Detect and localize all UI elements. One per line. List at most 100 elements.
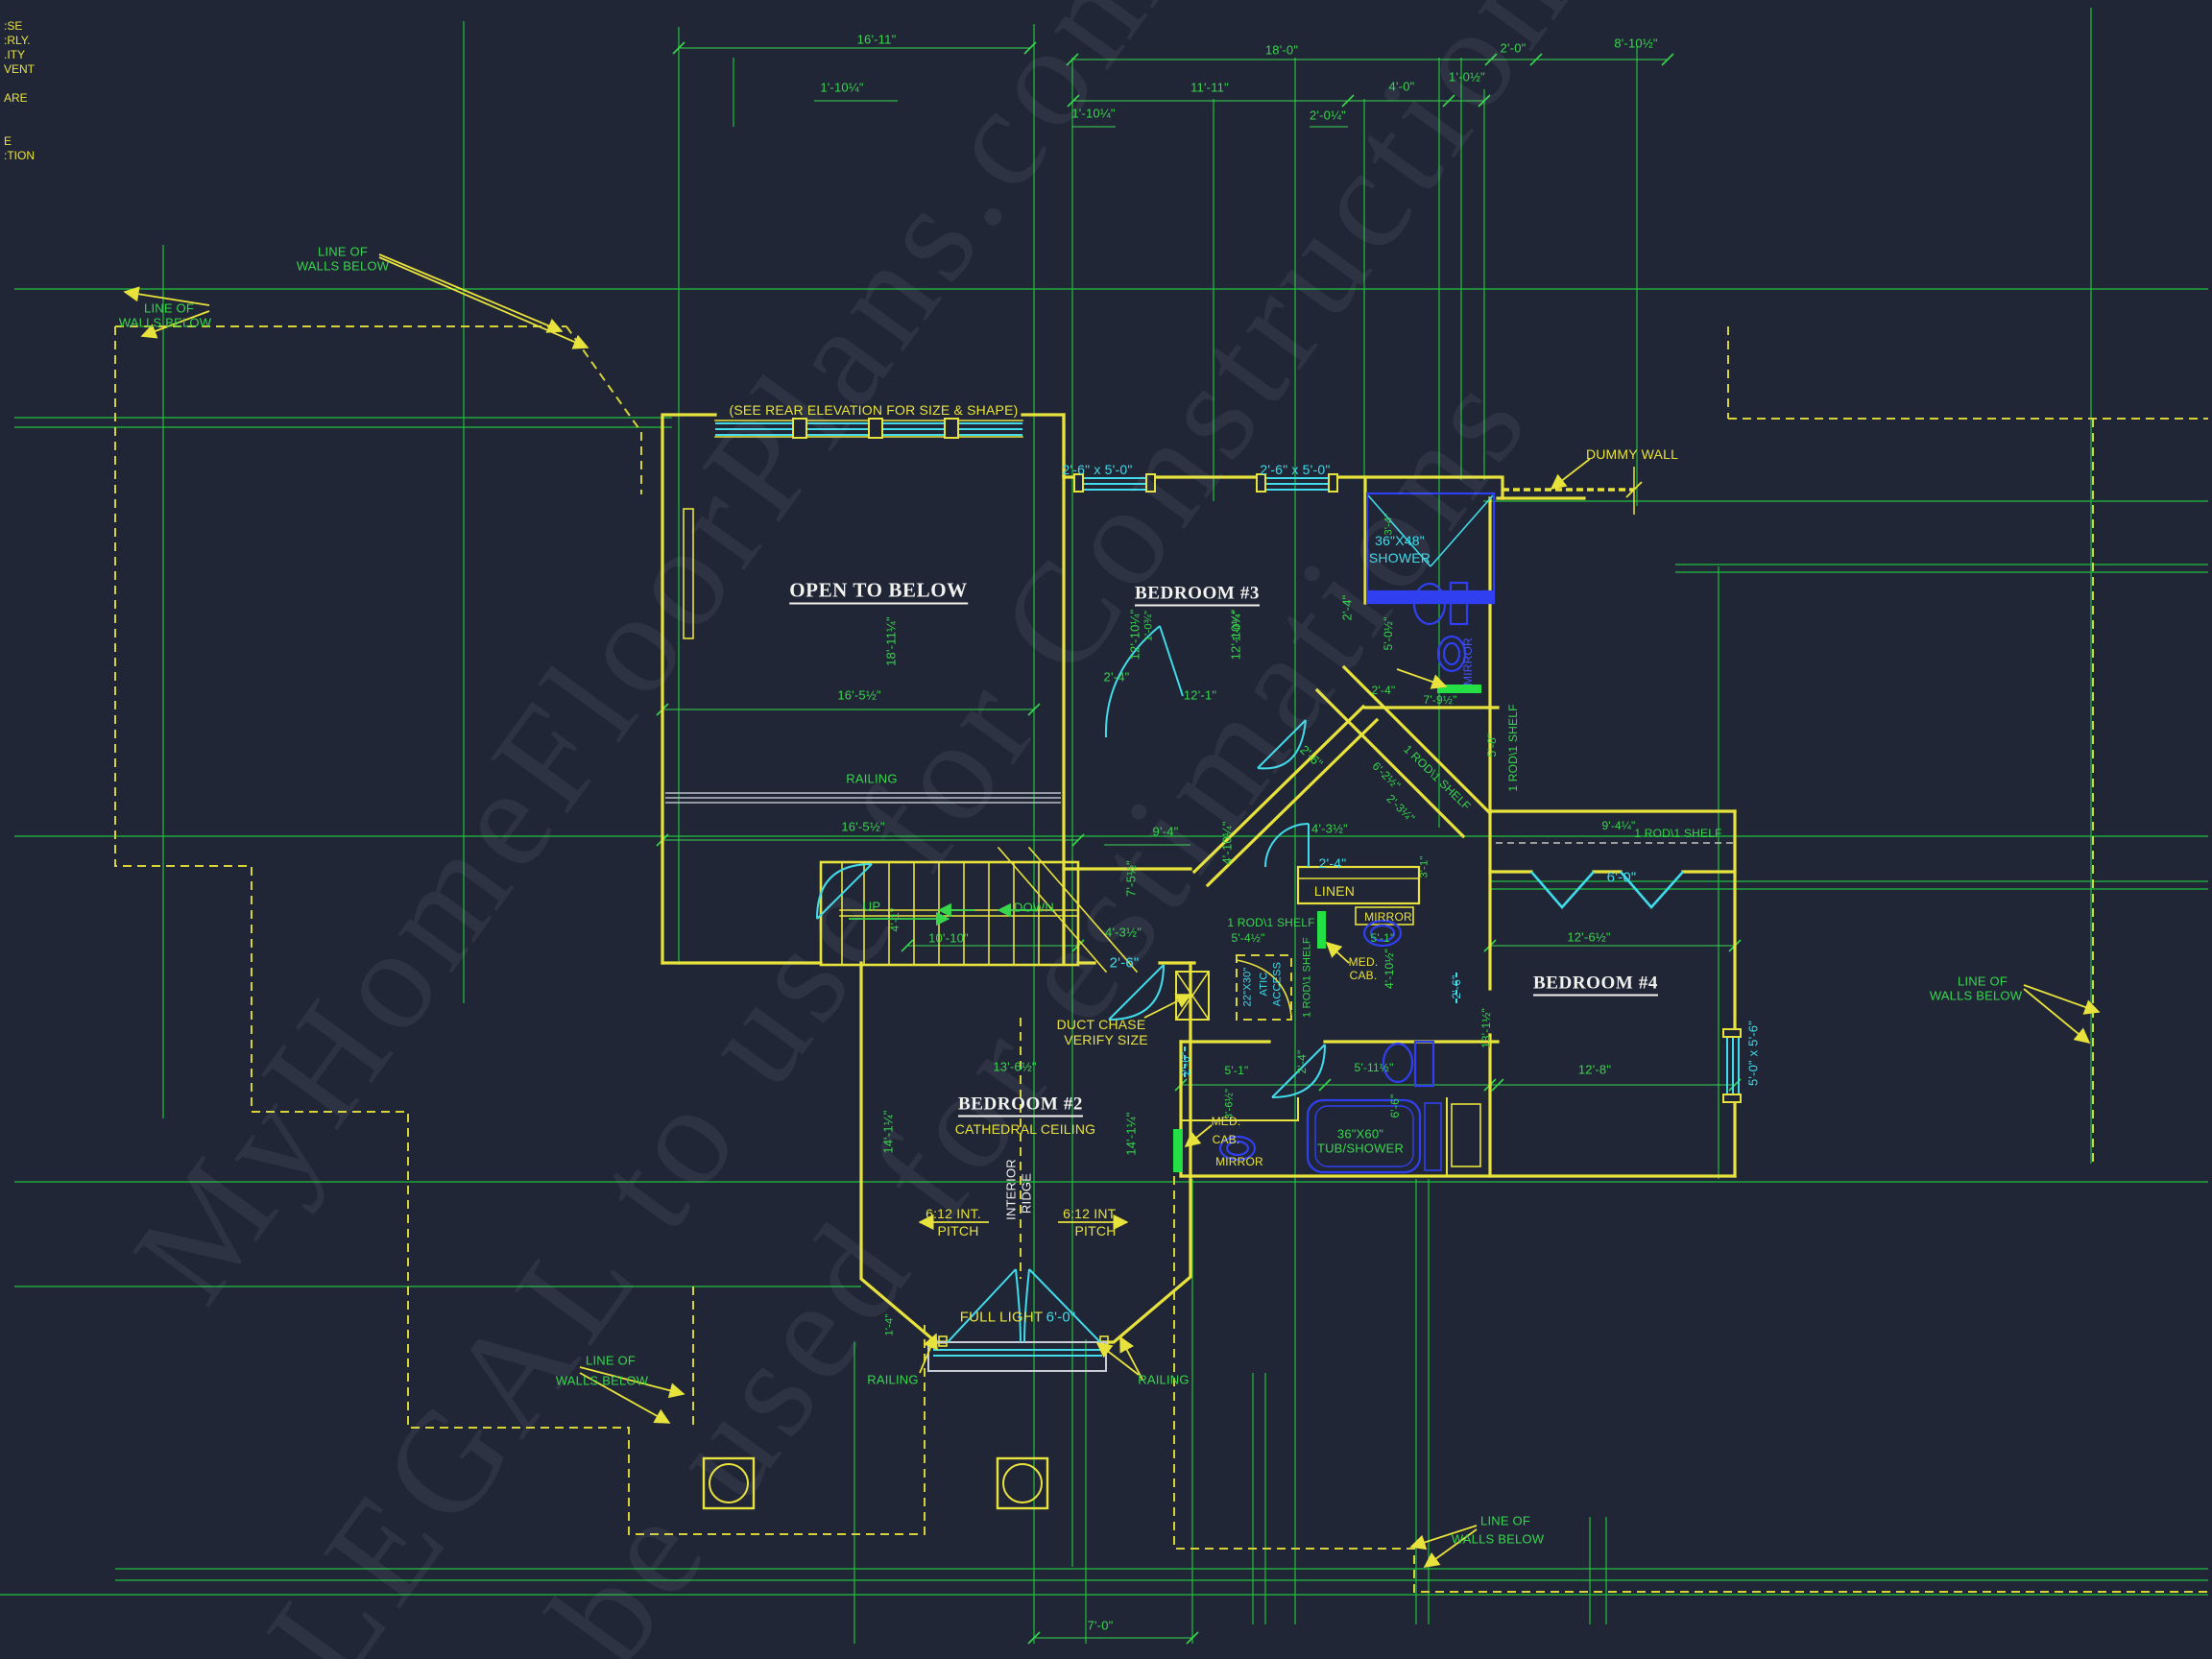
line-walls-right-2: WALLS BELOW — [1930, 990, 2022, 1002]
medcab-hall-1: MED. — [1349, 956, 1379, 968]
mirror-bath1: MIRROR — [1462, 637, 1474, 685]
closet-rod-br4: 1 ROD\1 SHELF — [1634, 828, 1721, 839]
win-2-6x5-0-b: 2'-6" x 5'-0" — [1260, 463, 1330, 476]
dim-4-10q: 4'-10¼" — [1221, 821, 1234, 864]
dim-7-9h: 7'-9½" — [1423, 694, 1456, 706]
medcab-hall-2: CAB. — [1350, 970, 1378, 981]
dim-5-1-a: 5'-1" — [1371, 932, 1395, 944]
dim-2-0: 2'-0" — [1501, 42, 1527, 55]
medcab-b2-2: CAB. — [1213, 1134, 1240, 1145]
dim-2-4-d: 2'-4" — [1296, 1050, 1308, 1074]
line-walls-left-1: LINE OF — [144, 302, 194, 315]
dim-3-1: 3'-1" — [1420, 856, 1431, 878]
mirror-hall: MIRROR — [1364, 911, 1412, 923]
dim-12-6h: 12'-6½" — [1567, 931, 1610, 944]
dim-7-5h: 7'-5½" — [1125, 860, 1138, 897]
dim-13-6h: 13'-6½" — [993, 1061, 1036, 1073]
interior-ridge-1: INTERIOR — [1005, 1159, 1018, 1220]
note-rear-elevation: (SEE REAR ELEVATION FOR SIZE & SHAPE) — [730, 403, 1019, 417]
door-2-4-linen: 2'-4" — [1319, 856, 1347, 870]
full-light: FULL LIGHT — [960, 1310, 1043, 1325]
closet-linen: LINEN — [1314, 884, 1355, 898]
stair-up: UP — [863, 901, 880, 913]
pitch-right-2: PITCH — [1075, 1224, 1117, 1238]
dim-9-4q: 9'-4¼" — [1601, 820, 1635, 831]
attic-access-1: ATIC — [1260, 972, 1270, 996]
win-2-6x5-0-a: 2'-6" x 5'-0" — [1062, 463, 1132, 476]
attic-size: 22"X30" — [1243, 967, 1254, 1006]
dim-5-8: 5'-8" — [1486, 733, 1498, 757]
dim-1-0t-b: 1'-0¾" — [1233, 611, 1243, 641]
dim-2-0q: 2'-0¼" — [1310, 109, 1346, 122]
dim-14-1q-a: 14'-1¼" — [882, 1110, 895, 1153]
dim-12-1: 12'-1" — [1184, 689, 1216, 702]
dim-5-0h: 5'-0½" — [1382, 616, 1394, 650]
win-2-6-rot: 2'-6" — [1451, 975, 1462, 999]
duct-chase-2: VERIFY SIZE — [1064, 1033, 1148, 1046]
door-2-6-hall: 2'-6" — [1110, 956, 1140, 971]
dim-1-10q-a: 1'-10¼" — [820, 82, 863, 94]
dim-12-10q-a: 12'-10¼" — [1129, 610, 1142, 661]
dim-6-6: 6'-6" — [1389, 1094, 1401, 1118]
line-walls-bc-1: LINE OF — [1480, 1515, 1530, 1527]
dim-4-0: 4'-0" — [1389, 81, 1415, 93]
dim-1-0h: 1'-0½" — [1449, 71, 1485, 84]
railing-bl: RAILING — [867, 1374, 918, 1386]
dim-18-0: 18'-0" — [1265, 44, 1298, 57]
line-walls-left-2: WALLS BELOW — [119, 317, 211, 329]
railing-br: RAILING — [1138, 1374, 1189, 1386]
room-bedroom-4: BEDROOM #4 — [1533, 974, 1658, 997]
dim-4-1: 4'-1" — [889, 908, 901, 932]
shower-size-2: SHOWER — [1369, 551, 1431, 565]
line-walls-top-1: LINE OF — [318, 246, 368, 258]
dim-1-10q-b: 1'-10¼" — [1071, 108, 1115, 120]
tub-size-2: TUB/SHOWER — [1317, 1142, 1404, 1155]
line-walls-bc-2: WALLS BELOW — [1452, 1533, 1544, 1546]
dim-2-4-b: 2'-4" — [1372, 685, 1396, 696]
dim-16-11: 16'-11" — [857, 34, 897, 46]
dim-16-5h-b: 16'-5½" — [841, 821, 884, 833]
dim-5-1-b: 5'-1" — [1225, 1065, 1249, 1076]
line-walls-bl-1: LINE OF — [586, 1355, 636, 1367]
cathedral-ceiling: CATHEDRAL CEILING — [955, 1122, 1096, 1136]
dim-4-10h: 4'-10½" — [1383, 949, 1395, 989]
dim-2-4-c: 2'-4" — [1104, 671, 1130, 684]
corner-notes: :SE :RLY. .ITY VENT ARE E :TION — [4, 19, 35, 163]
line-walls-right-1: LINE OF — [1958, 975, 2008, 988]
dim-3-4: 3'-4" — [1384, 514, 1395, 536]
dummy-wall: DUMMY WALL — [1586, 447, 1678, 461]
dim-5-11h: 5'-11½" — [1354, 1062, 1393, 1073]
dim-1-4: 1'-4" — [885, 1314, 896, 1336]
pitch-left-1: 6:12 INT. — [926, 1207, 981, 1220]
room-open-to-below: OPEN TO BELOW — [789, 581, 968, 605]
dim-2-6-b2: 2'-6" — [1180, 1052, 1191, 1076]
dim-12-8: 12'-8" — [1578, 1064, 1611, 1076]
dim-5-4h: 5'-4½" — [1231, 932, 1264, 944]
dim-9-4: 9'-4" — [1153, 826, 1179, 838]
railing-open: RAILING — [846, 773, 897, 785]
bifold-6-0: 6'-0" — [1607, 871, 1637, 885]
dim-13-1h: 13'-1½" — [1480, 1008, 1492, 1048]
stair-down: DOWN — [1014, 902, 1054, 914]
closet-rod-vert-2: 1 ROD\1 SHELF — [1507, 704, 1519, 791]
full-light-6-0: 6'-0" — [1046, 1310, 1076, 1325]
win-5-0x5-6: 5'-0" x 5'-6" — [1747, 1021, 1760, 1086]
line-walls-bl-2: WALLS BELOW — [556, 1375, 648, 1387]
closet-rod-hall: 1 ROD\1 SHELF — [1227, 917, 1314, 928]
interior-ridge-2: RIDGE — [1021, 1173, 1033, 1214]
shower-size-1: 36"X48" — [1375, 534, 1425, 547]
floorplan-sheet: MyHomeFloorPlans.com© ILLEGAL to use for… — [0, 0, 2212, 1659]
dim-14-1q-b: 14'-1¼" — [1125, 1112, 1138, 1155]
dim-7-0: 7'-0" — [1088, 1620, 1114, 1632]
dim-10-10: 10'-10" — [928, 932, 969, 945]
attic-access-2: ACCESS — [1273, 962, 1284, 1006]
closet-rod-vert-1: 1 ROD\1 SHELF — [1303, 937, 1313, 1018]
dim-2-4-rot: 2'-4" — [1341, 595, 1354, 621]
dim-8-10h: 8'-10½" — [1614, 37, 1657, 50]
pitch-left-2: PITCH — [938, 1224, 979, 1238]
dim-16-5h-a: 16'-5½" — [837, 689, 880, 702]
dim-4-3h-b: 4'-3½" — [1311, 823, 1348, 835]
dim-4-3h-a: 4'-3½" — [1105, 926, 1142, 939]
dim-1-0t-a: 1'-0¾" — [1144, 611, 1155, 641]
mirror-b2: MIRROR — [1215, 1156, 1263, 1167]
